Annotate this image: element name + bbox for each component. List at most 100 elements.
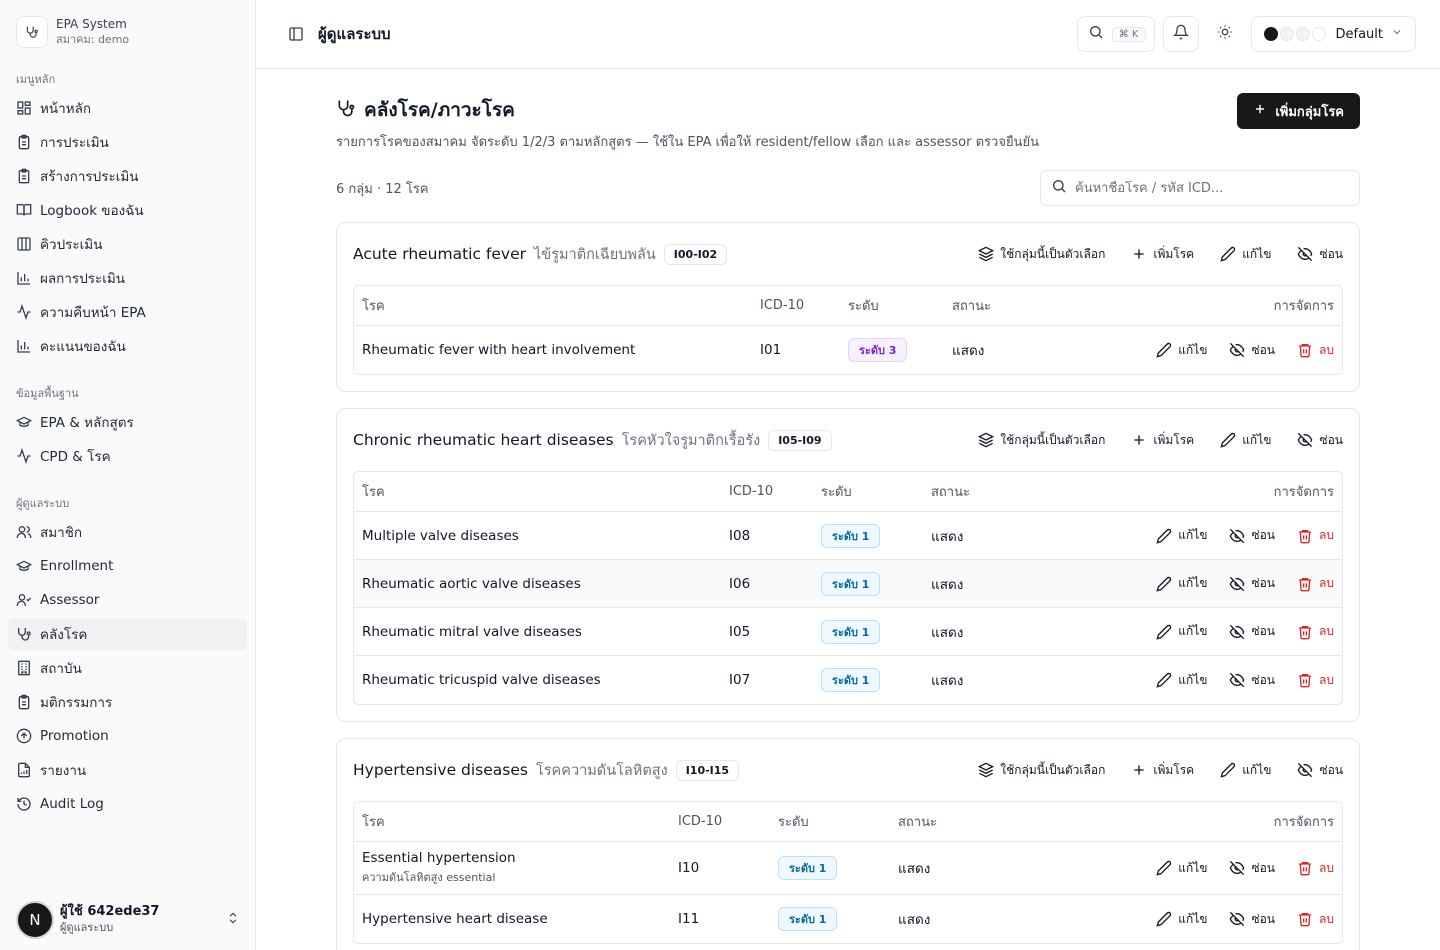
add-disease-button[interactable]: เพิ่มโรค	[1131, 761, 1194, 780]
row-actions: แก้ไข ซ่อน ลบ	[1111, 574, 1334, 593]
table-row[interactable]: Multiple valve diseases I08 ระดับ 1 แสดง แก้…	[354, 512, 1342, 560]
table-row[interactable]: Essential hypertension ความดันโลหิตสูง es…	[354, 842, 1342, 895]
sidebar-item[interactable]: สมาชิก	[8, 516, 247, 548]
summary-count: 6 กลุ่ม · 12 โรค	[336, 181, 429, 197]
sidebar-item[interactable]: EPA & หลักสูตร	[8, 406, 247, 438]
sidebar-item[interactable]: Logbook ของฉัน	[8, 194, 247, 226]
sidebar-item[interactable]: สร้างการประเมิน	[8, 160, 247, 192]
delete-disease-button[interactable]: ลบ	[1297, 859, 1334, 878]
sidebar-item[interactable]: ผลการประเมิน	[8, 262, 247, 294]
edit-group-button[interactable]: แก้ไข	[1220, 761, 1271, 780]
search-input[interactable]	[1075, 180, 1335, 196]
sidebar-item[interactable]: ความคืบหน้า EPA	[8, 296, 247, 328]
row-actions: แก้ไข ซ่อน ลบ	[1078, 859, 1334, 878]
sidebar-toggle-icon[interactable]	[288, 26, 304, 42]
delete-disease-button[interactable]: ลบ	[1297, 671, 1334, 690]
edit-disease-button[interactable]: แก้ไข	[1156, 671, 1207, 690]
disease-thai-name: ความดันโลหิตสูง essential	[362, 871, 496, 884]
hide-disease-button[interactable]: ซ่อน	[1229, 574, 1275, 593]
sidebar-item[interactable]: การประเมิน	[8, 126, 247, 158]
disease-search[interactable]	[1040, 170, 1360, 206]
group-header: Chronic rheumatic heart diseases โรคหัวใจ…	[353, 409, 1343, 471]
disease-name: Hypertensive heart disease	[362, 911, 548, 927]
use-group-button[interactable]: ใช้กลุ่มนี้เป็นตัวเลือก	[978, 431, 1105, 450]
pencil-icon	[1156, 860, 1172, 876]
edit-disease-button[interactable]: แก้ไข	[1156, 622, 1207, 641]
level-cell: ระดับ 1	[813, 656, 923, 704]
sidebar-item-label: EPA & หลักสูตร	[40, 415, 134, 431]
sidebar-item[interactable]: มติกรรมการ	[8, 686, 247, 718]
edit-disease-button-label: แก้ไข	[1178, 860, 1208, 875]
add-disease-button[interactable]: เพิ่มโรค	[1131, 245, 1194, 264]
add-disease-button-label: เพิ่มโรค	[1153, 762, 1195, 777]
delete-disease-button[interactable]: ลบ	[1297, 341, 1334, 360]
sidebar-item[interactable]: สถาบัน	[8, 652, 247, 684]
sidebar-item[interactable]: Audit Log	[8, 788, 247, 820]
delete-disease-button[interactable]: ลบ	[1297, 574, 1334, 593]
delete-disease-button[interactable]: ลบ	[1297, 910, 1334, 929]
sidebar-item[interactable]: Enrollment	[8, 550, 247, 582]
edit-disease-button[interactable]: แก้ไข	[1156, 910, 1207, 929]
command-search-button[interactable]: ⌘ K	[1076, 16, 1155, 52]
eye-off-icon	[1229, 860, 1245, 876]
hide-disease-button[interactable]: ซ่อน	[1229, 671, 1275, 690]
add-group-button[interactable]: เพิ่มกลุ่มโรค	[1237, 93, 1360, 129]
edit-group-button[interactable]: แก้ไข	[1220, 245, 1271, 264]
sidebar-item-label: มติกรรมการ	[40, 695, 113, 711]
hide-group-button[interactable]: ซ่อน	[1297, 245, 1343, 264]
sidebar-item[interactable]: รายงาน	[8, 754, 247, 786]
group-thai-name: โรคความดันโลหิตสูง	[535, 762, 668, 779]
brand[interactable]: EPA System สมาคม: demo	[0, 0, 255, 48]
level-badge: ระดับ 1	[821, 619, 881, 644]
hide-disease-button[interactable]: ซ่อน	[1229, 859, 1275, 878]
disease-cell: Rheumatic aortic valve diseases	[354, 560, 721, 608]
edit-disease-button[interactable]: แก้ไข	[1156, 341, 1207, 360]
disease-group-card: Acute rheumatic fever ไข้รูมาติกเฉียบพลัน…	[336, 222, 1360, 392]
hide-disease-button[interactable]: ซ่อน	[1229, 622, 1275, 641]
theme-preset-select[interactable]: Default	[1250, 16, 1416, 52]
row-actions-cell: แก้ไข ซ่อน ลบ	[1103, 608, 1342, 656]
sidebar-item[interactable]: หน้าหลัก	[8, 92, 247, 124]
table-row[interactable]: Rheumatic fever with heart involvement I0…	[354, 326, 1342, 374]
level-badge: ระดับ 1	[821, 668, 881, 692]
eye-off-icon	[1229, 672, 1245, 688]
delete-disease-button[interactable]: ลบ	[1297, 526, 1334, 545]
table-row[interactable]: Rheumatic aortic valve diseases I06 ระดับ …	[354, 560, 1342, 608]
edit-group-button-label: แก้ไข	[1242, 432, 1272, 447]
disease-cell: Rheumatic tricuspid valve diseases	[354, 656, 721, 704]
delete-disease-button[interactable]: ลบ	[1297, 622, 1334, 641]
notifications-button[interactable]	[1162, 16, 1199, 52]
user-menu[interactable]: N ผู้ใช้ 642ede37 ผู้ดูแลระบบ	[16, 898, 240, 942]
color-swatch	[1263, 27, 1278, 41]
sidebar-item[interactable]: CPD & โรค	[8, 440, 247, 472]
sidebar-item[interactable]: Promotion	[8, 720, 247, 752]
sidebar-item[interactable]: คิวประเมิน	[8, 228, 247, 260]
use-group-button-label: ใช้กลุ่มนี้เป็นตัวเลือก	[1000, 762, 1106, 777]
hide-disease-button[interactable]: ซ่อน	[1229, 341, 1275, 360]
hide-disease-button[interactable]: ซ่อน	[1229, 526, 1275, 545]
sidebar-item[interactable]: คะแนนของฉัน	[8, 330, 247, 362]
table-row[interactable]: Rheumatic mitral valve diseases I05 ระดับ …	[354, 608, 1342, 656]
theme-toggle-button[interactable]	[1207, 16, 1243, 52]
edit-group-button-label: แก้ไข	[1242, 762, 1272, 777]
sidebar-item[interactable]: Assessor	[8, 584, 247, 616]
edit-group-button[interactable]: แก้ไข	[1220, 431, 1271, 450]
edit-disease-button[interactable]: แก้ไข	[1156, 574, 1207, 593]
use-group-button-label: ใช้กลุ่มนี้เป็นตัวเลือก	[1000, 432, 1106, 447]
sidebar-item[interactable]: คลังโรค	[8, 618, 247, 650]
add-disease-button[interactable]: เพิ่มโรค	[1131, 431, 1194, 450]
col-status-header: สถานะ	[944, 286, 1124, 326]
table-row[interactable]: Hypertensive heart disease I11 ระดับ 1 แสดง…	[354, 895, 1342, 943]
level-badge: ระดับ 1	[821, 571, 881, 596]
table-row[interactable]: Rheumatic tricuspid valve diseases I07 ระด…	[354, 656, 1342, 704]
edit-disease-button[interactable]: แก้ไข	[1156, 526, 1207, 545]
level-badge: ระดับ 1	[778, 907, 838, 931]
hide-group-button[interactable]: ซ่อน	[1297, 761, 1343, 780]
hide-group-button[interactable]: ซ่อน	[1297, 431, 1343, 450]
edit-disease-button[interactable]: แก้ไข	[1156, 859, 1207, 878]
plus-icon	[1131, 432, 1147, 448]
hide-disease-button[interactable]: ซ่อน	[1229, 910, 1275, 929]
use-group-button[interactable]: ใช้กลุ่มนี้เป็นตัวเลือก	[978, 761, 1105, 780]
sidebar-item-label: คลังโรค	[40, 627, 88, 643]
use-group-button[interactable]: ใช้กลุ่มนี้เป็นตัวเลือก	[978, 245, 1105, 264]
